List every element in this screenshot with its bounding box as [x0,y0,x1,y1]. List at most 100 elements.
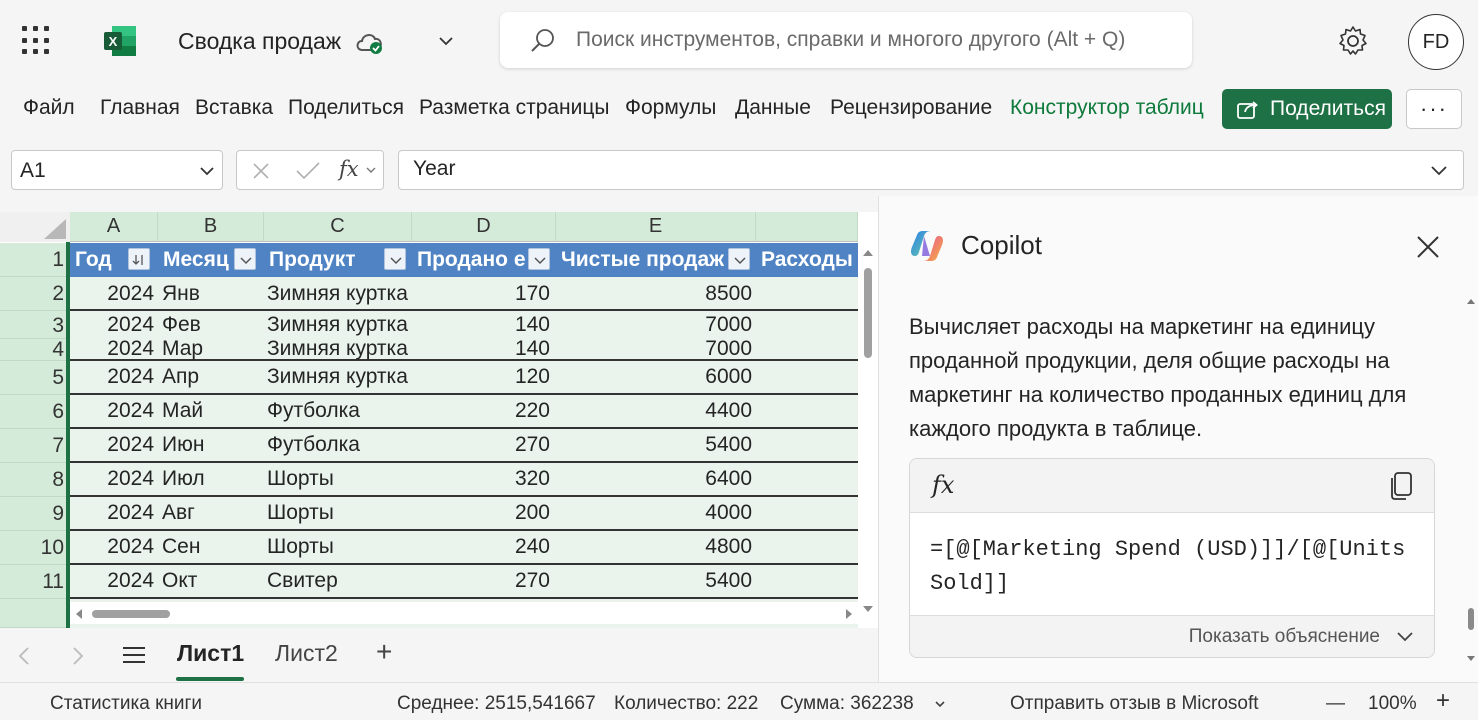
cell-net-sales[interactable]: 4000 [556,501,752,525]
chevron-down-icon[interactable] [198,163,216,179]
gear-icon[interactable] [1336,24,1370,58]
chevron-down-icon[interactable] [365,165,377,175]
cell-month[interactable]: Май [162,399,203,423]
cell-units[interactable]: 120 [412,365,550,389]
cell-year[interactable]: 2024 [70,535,154,559]
cell-month[interactable]: Сен [162,535,200,559]
table-header-cell[interactable]: Продано е [412,243,530,277]
tab-table-design[interactable]: Конструктор таблиц [1010,96,1204,120]
name-box[interactable]: A1 [11,150,223,190]
cell-month[interactable]: Июн [162,433,204,457]
spreadsheet-grid[interactable]: A B C D E 1 2 3 4 5 6 7 8 9 10 11 Год Ме… [0,212,878,628]
tab-file[interactable]: Файл [23,96,75,120]
insert-function-icon[interactable]: fx [339,157,359,181]
cell-year[interactable]: 2024 [70,337,154,361]
vertical-scrollbar[interactable] [858,242,878,628]
cell-product[interactable]: Шорты [267,535,334,559]
cell-month[interactable]: Янв [162,282,200,306]
row-header[interactable]: 3 [0,311,70,339]
table-row[interactable]: 2024 Фев Зимняя куртка 140 7000 [70,311,858,339]
close-icon[interactable] [1415,234,1441,260]
cell-net-sales[interactable]: 8500 [556,282,752,306]
cell-month[interactable]: Мар [162,337,203,361]
row-header[interactable]: 11 [0,565,70,599]
tab-page-layout[interactable]: Разметка страницы [419,96,610,120]
cell-units[interactable]: 220 [412,399,550,423]
suggested-formula[interactable]: =[@[Marketing Spend (USD)]]/[@[Units Sol… [930,533,1420,601]
cell-units[interactable]: 320 [412,467,550,491]
cell-year[interactable]: 2024 [70,313,154,337]
cell-month[interactable]: Фев [162,313,201,337]
table-header-cell[interactable]: Расходы [756,243,858,277]
column-header-c[interactable]: C [264,212,412,242]
chevron-down-icon[interactable] [934,699,946,709]
filter-dropdown-icon[interactable] [384,248,406,270]
cell-units[interactable]: 170 [412,282,550,306]
show-explanation-label[interactable]: Показать объяснение [1189,626,1380,648]
tab-share[interactable]: Поделиться [288,96,404,120]
chevron-left-icon[interactable] [16,646,32,666]
table-row[interactable]: 2024 Июл Шорты 320 6400 [70,463,858,497]
cell-product[interactable]: Зимняя куртка [267,313,408,337]
column-header-f[interactable] [756,212,858,242]
table-row[interactable]: 2024 Мар Зимняя куртка 140 7000 [70,337,858,361]
expand-formula-icon[interactable] [1429,163,1449,179]
cell-units[interactable]: 240 [412,535,550,559]
cell-net-sales[interactable]: 7000 [556,337,752,361]
cell-month[interactable]: Апр [162,365,199,389]
cell-month[interactable]: Окт [162,569,197,593]
formula-input[interactable]: Year [398,150,1464,190]
cloud-saved-icon[interactable] [354,28,386,56]
filter-dropdown-icon[interactable] [234,248,256,270]
row-header[interactable]: 1 [0,243,70,277]
cell-product[interactable]: Шорты [267,467,334,491]
horizontal-scrollbar[interactable] [70,602,858,624]
row-header[interactable]: 9 [0,497,70,531]
tab-review[interactable]: Рецензирование [830,96,992,120]
sheet-tab-1[interactable]: Лист1 [177,640,244,667]
row-header[interactable]: 8 [0,463,70,497]
tab-insert[interactable]: Вставка [195,96,273,120]
cell-product[interactable]: Футболка [267,433,360,457]
sheet-list-icon[interactable] [122,644,146,666]
cell-year[interactable]: 2024 [70,467,154,491]
table-row[interactable]: 2024 Сен Шорты 240 4800 [70,531,858,565]
more-options-button[interactable]: ··· [1406,89,1462,129]
share-button[interactable]: Поделиться [1222,89,1392,129]
cell-product[interactable]: Футболка [267,399,360,423]
row-header[interactable]: 2 [0,277,70,311]
filter-dropdown-icon[interactable] [728,248,750,270]
chevron-right-icon[interactable] [70,646,86,666]
row-header[interactable]: 10 [0,531,70,565]
tab-formulas[interactable]: Формулы [625,96,716,120]
table-row[interactable]: 2024 Авг Шорты 200 4000 [70,497,858,531]
tab-home[interactable]: Главная [100,96,180,120]
search-box[interactable]: Поиск инструментов, справки и многого др… [500,12,1192,68]
document-title[interactable]: Сводка продаж [178,28,341,55]
row-header[interactable]: 6 [0,395,70,429]
cell-units[interactable]: 140 [412,313,550,337]
copy-icon[interactable] [1388,471,1414,501]
cell-net-sales[interactable]: 5400 [556,433,752,457]
table-row[interactable]: 2024 Окт Свитер 270 5400 [70,565,858,599]
tab-data[interactable]: Данные [735,96,811,120]
cell-units[interactable]: 270 [412,569,550,593]
cell-month[interactable]: Авг [162,501,195,525]
horizontal-scroll-thumb[interactable] [92,610,170,618]
sheet-tab-2[interactable]: Лист2 [275,640,338,667]
cell-net-sales[interactable]: 7000 [556,313,752,337]
cell-net-sales[interactable]: 6000 [556,365,752,389]
cell-year[interactable]: 2024 [70,501,154,525]
show-explanation-row[interactable]: Показать объяснение [910,615,1434,657]
column-header-b[interactable]: B [158,212,264,242]
cell-units[interactable]: 200 [412,501,550,525]
filter-dropdown-icon[interactable] [528,248,550,270]
table-header-cell[interactable]: Чистые продаж [556,243,728,277]
cell-month[interactable]: Июл [162,467,205,491]
select-all-corner[interactable] [0,212,70,242]
copilot-scrollbar[interactable] [1465,296,1477,668]
filter-dropdown-icon[interactable] [128,248,150,270]
row-header[interactable] [0,599,70,628]
zoom-in-button[interactable]: + [1436,687,1450,715]
chevron-down-icon[interactable] [436,32,456,50]
